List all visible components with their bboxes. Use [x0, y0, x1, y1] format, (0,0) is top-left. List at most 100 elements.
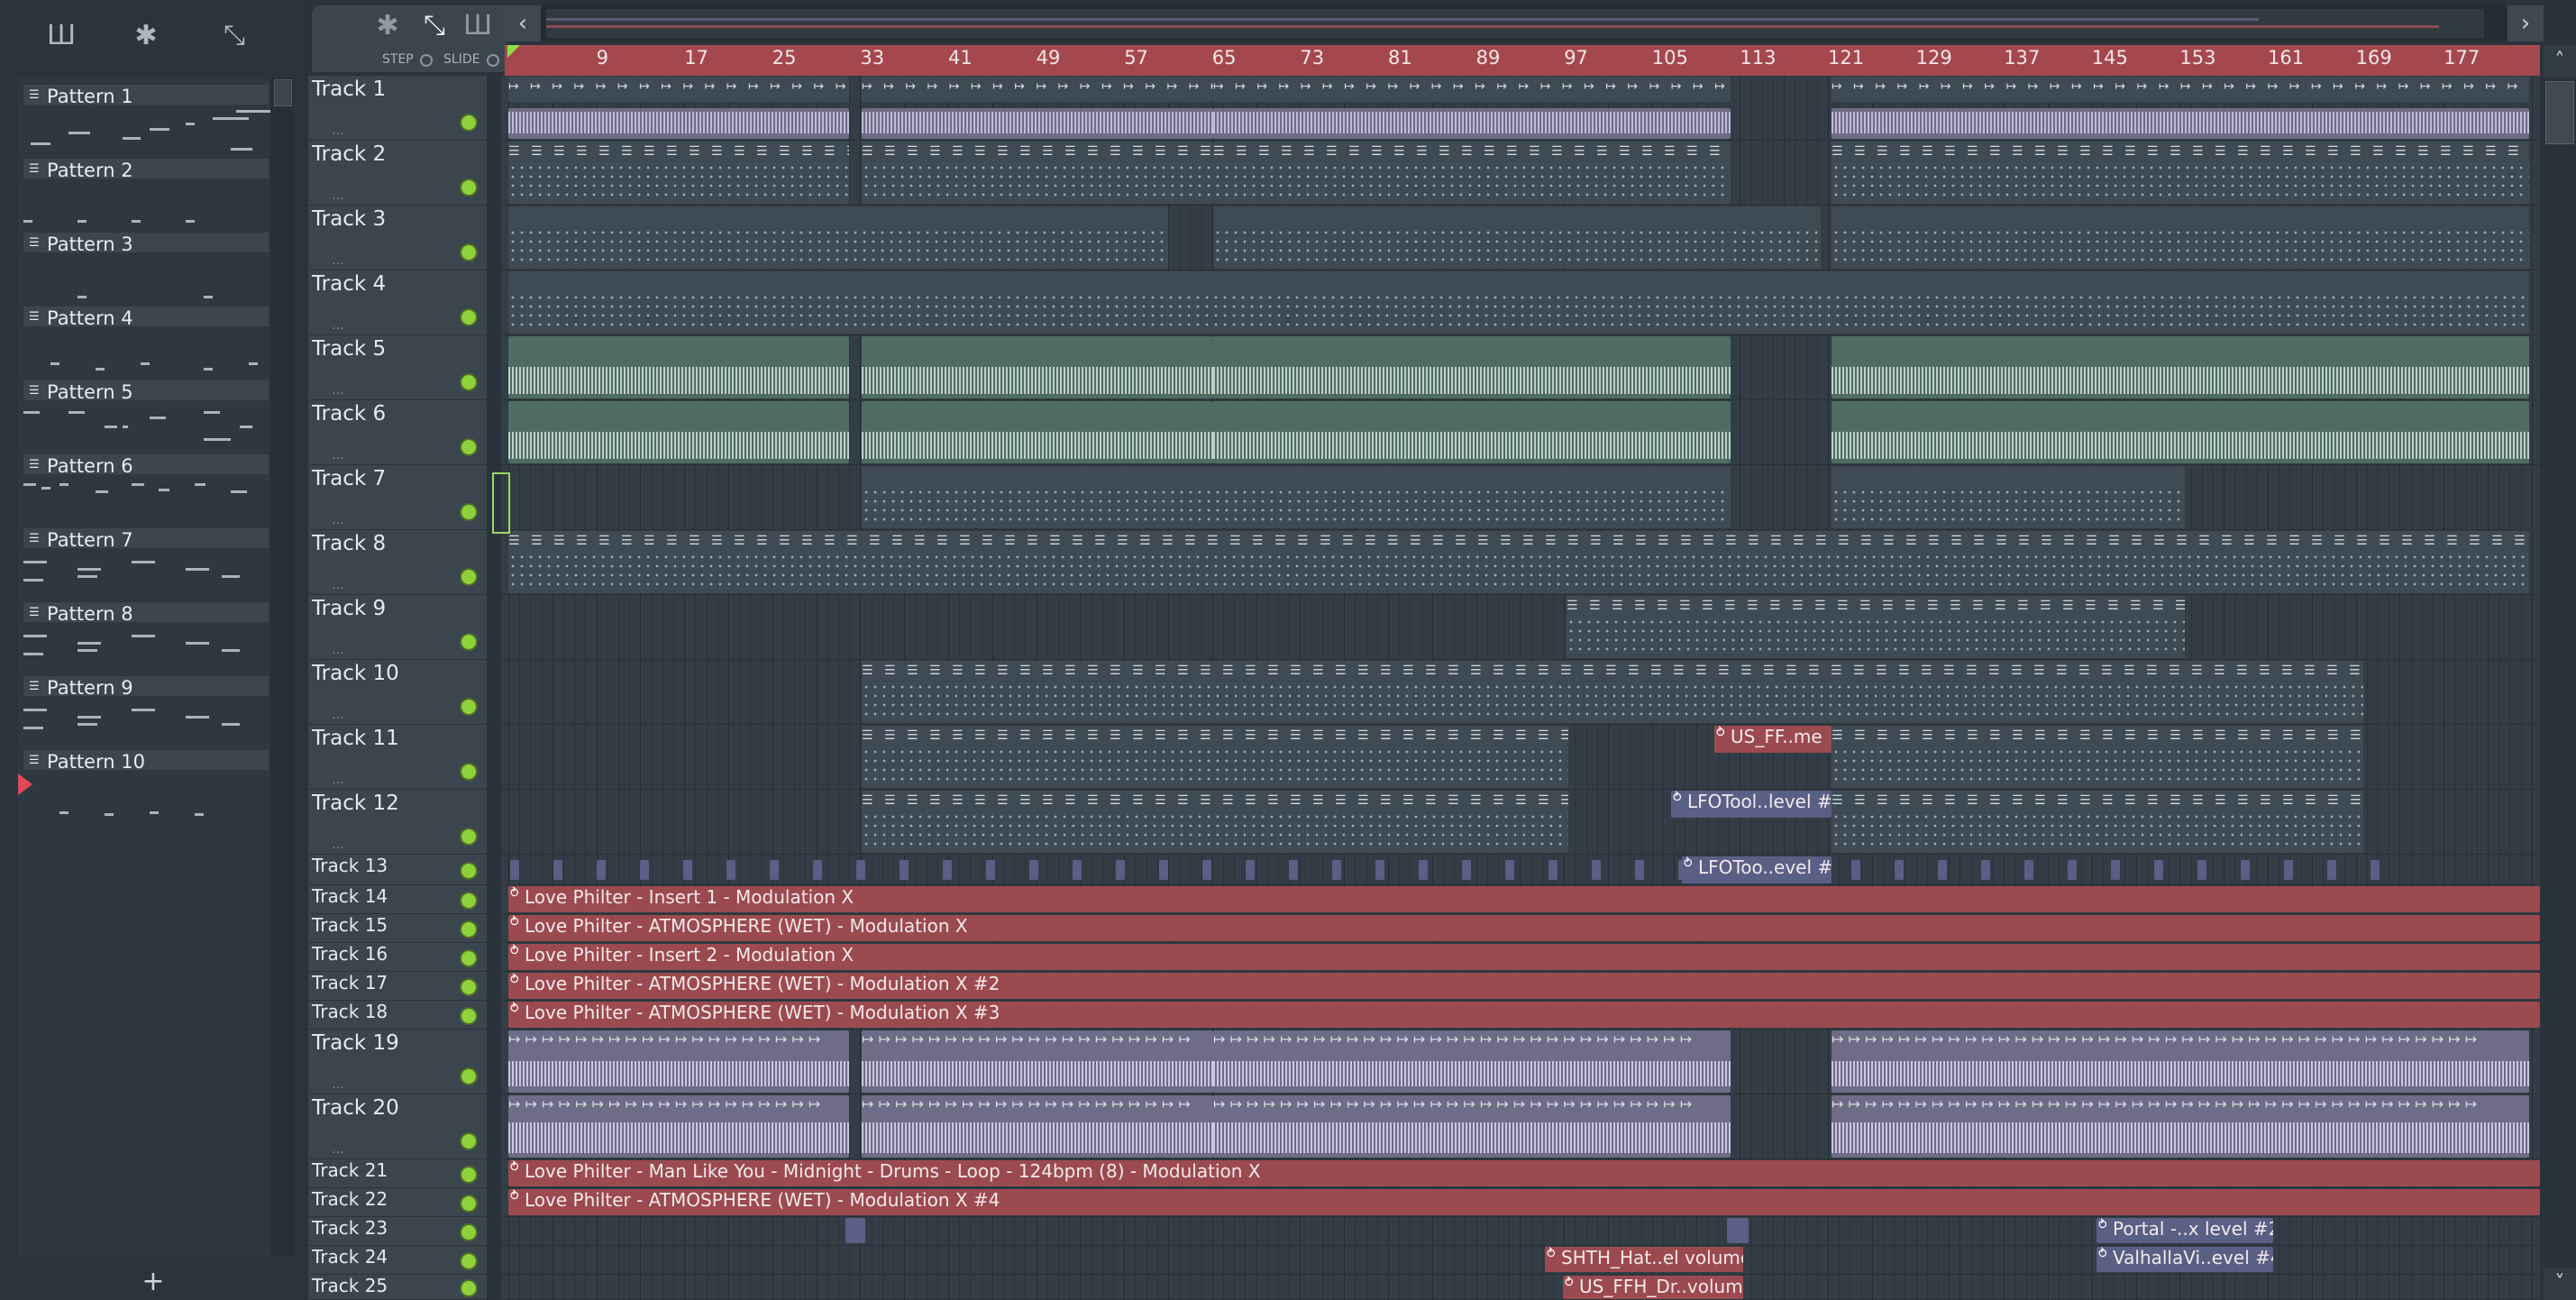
track-mute-led[interactable]	[460, 1007, 478, 1025]
automation-marker[interactable]	[1895, 860, 1904, 880]
automation-marker[interactable]	[640, 860, 649, 880]
track-header[interactable]: Track 8…	[308, 530, 487, 595]
track-mute-led[interactable]	[460, 1166, 478, 1184]
overview-strip[interactable]	[546, 9, 2484, 38]
playlist-clip[interactable]: ↦ ↦ ↦ ↦ ↦ ↦ ↦ ↦ ↦ ↦ ↦ ↦ ↦ ↦ ↦ ↦ ↦ ↦ ↦ ↦ …	[1832, 1095, 2529, 1158]
track-header[interactable]: Track 7…	[308, 465, 487, 530]
automation-marker[interactable]	[943, 860, 952, 880]
automation-marker[interactable]	[1981, 860, 1990, 880]
playlist-clip[interactable]: ⥁ Love Philter - ATMOSPHERE (WET) - Modu…	[508, 973, 2540, 999]
add-pattern-button[interactable]: +	[18, 1266, 288, 1298]
playlist-clip[interactable]	[1832, 401, 2529, 463]
track-mute-led[interactable]	[460, 438, 478, 456]
track-mute-led[interactable]	[460, 243, 478, 261]
automation-marker[interactable]	[1462, 860, 1471, 880]
track-menu-dots[interactable]: …	[332, 124, 344, 138]
automation-marker[interactable]	[2154, 860, 2163, 880]
track-menu-dots[interactable]: …	[332, 1142, 344, 1157]
playlist-clip[interactable]	[862, 108, 1213, 139]
pattern-menu-icon[interactable]: ☰	[29, 607, 41, 618]
playlist-clip[interactable]	[1731, 206, 1821, 269]
playlist-clip[interactable]: ↦ ↦ ↦ ↦ ↦ ↦ ↦ ↦ ↦ ↦ ↦ ↦ ↦ ↦ ↦ ↦ ↦ ↦ ↦ ↦ …	[1213, 1095, 1731, 1158]
pattern-header[interactable]: ☰ Pattern 6	[23, 454, 269, 477]
playlist-clip[interactable]: ↦ ↦ ↦ ↦ ↦ ↦ ↦ ↦ ↦ ↦ ↦ ↦ ↦ ↦ ↦ ↦ ↦ ↦ ↦ ↦ …	[1832, 1030, 2529, 1093]
playlist-clip[interactable]: ⥁ Love Philter - ATMOSPHERE (WET) - Modu…	[508, 1002, 2540, 1028]
automation-marker[interactable]	[683, 860, 692, 880]
track-menu-dots[interactable]: …	[332, 513, 344, 527]
playlist-clip[interactable]	[862, 336, 1213, 398]
pattern-item[interactable]: ☰ Pattern 1	[23, 81, 272, 153]
track-header[interactable]: Track 24	[308, 1246, 487, 1275]
scroll-left-button[interactable]: ‹	[505, 5, 541, 41]
playlist-clip[interactable]: ⥁ SHTH_Hat..el volume	[1545, 1247, 1743, 1272]
track-header[interactable]: Track 23	[308, 1217, 487, 1246]
track-mute-led[interactable]	[460, 1279, 478, 1297]
playlist-clip[interactable]: ↦ ↦ ↦ ↦ ↦ ↦ ↦ ↦ ↦ ↦ ↦ ↦ ↦ ↦ ↦ ↦ ↦ ↦ ↦ ↦ …	[1213, 1030, 1731, 1093]
track-mute-led[interactable]	[460, 503, 478, 521]
playlist-clip[interactable]: ⥁ Love Philter - Man Like You - Midnight…	[508, 1160, 2540, 1186]
automation-marker[interactable]	[510, 860, 519, 880]
pattern-list-scroll-thumb[interactable]	[274, 79, 292, 106]
playlist-clip[interactable]: ☰ ☰ ☰ ☰ ☰ ☰ ☰ ☰ ☰ ☰ ☰ ☰ ☰ ☰ ☰ ☰ ☰ ☰ ☰ ☰ …	[1832, 726, 2363, 788]
automation-marker[interactable]	[2111, 860, 2120, 880]
pattern-header[interactable]: ☰ Pattern 3	[23, 233, 269, 255]
track-menu-dots[interactable]: …	[332, 1077, 344, 1092]
playlist-clip[interactable]: ☰ ☰ ☰ ☰ ☰ ☰ ☰ ☰ ☰ ☰ ☰ ☰ ☰ ☰ ☰ ☰ ☰ ☰ ☰ ☰ …	[1832, 791, 2363, 853]
automation-marker[interactable]	[1505, 860, 1514, 880]
pattern-menu-icon[interactable]: ☰	[29, 163, 41, 175]
automation-icon[interactable]: ⤡	[207, 20, 261, 52]
automation-marker[interactable]	[1159, 860, 1168, 880]
pattern-item[interactable]: ☰ Pattern 5	[23, 377, 269, 449]
track-mute-led[interactable]	[460, 892, 478, 910]
playlist-clip[interactable]	[862, 401, 1213, 463]
track-menu-dots[interactable]: …	[332, 448, 344, 462]
track-header[interactable]: Track 20…	[308, 1094, 487, 1159]
vertical-scroll-thumb[interactable]	[2545, 81, 2574, 144]
track-mute-led[interactable]	[460, 828, 478, 846]
playlist-clip[interactable]: ⥁ ValhallaVi..evel #4	[2096, 1247, 2273, 1272]
track-header[interactable]: Track 14	[308, 885, 487, 914]
playlist-clip[interactable]	[508, 271, 2529, 334]
automation-marker[interactable]	[770, 860, 779, 880]
pattern-header[interactable]: ☰ Pattern 7	[23, 528, 269, 551]
track-mute-led[interactable]	[460, 114, 478, 132]
pattern-menu-icon[interactable]: ☰	[29, 311, 41, 323]
pattern-menu-icon[interactable]: ☰	[29, 755, 41, 766]
track-header[interactable]: Track 18	[308, 1001, 487, 1030]
pattern-item[interactable]: ☰ Pattern 10	[18, 746, 269, 819]
playlist-clip[interactable]	[1832, 206, 2529, 269]
pattern-menu-icon[interactable]: ☰	[29, 459, 41, 471]
pattern-header[interactable]: ☰ Pattern 2	[23, 159, 269, 181]
playlist-clip[interactable]: ☰ ☰ ☰ ☰ ☰ ☰ ☰ ☰ ☰ ☰ ☰ ☰ ☰ ☰ ☰ ☰ ☰ ☰ ☰ ☰ …	[862, 661, 2363, 723]
automation-marker[interactable]	[597, 860, 606, 880]
track-header[interactable]: Track 11…	[308, 725, 487, 790]
track-menu-dots[interactable]: …	[332, 253, 344, 268]
track-header[interactable]: Track 25	[308, 1275, 487, 1300]
track-header[interactable]: Track 19…	[308, 1030, 487, 1094]
pattern-menu-icon[interactable]: ☰	[29, 237, 41, 249]
track-header[interactable]: Track 21	[308, 1159, 487, 1188]
automation-marker[interactable]	[1073, 860, 1082, 880]
pattern-item[interactable]: ☰ Pattern 6	[23, 451, 269, 523]
pattern-item[interactable]: ☰ Pattern 8	[23, 599, 269, 671]
track-mute-led[interactable]	[460, 949, 478, 967]
pattern-header[interactable]: ☰ Pattern 1	[23, 85, 269, 107]
automation-marker[interactable]	[1592, 860, 1601, 880]
playlist-clip[interactable]: ☰ ☰ ☰ ☰ ☰ ☰ ☰ ☰ ☰ ☰ ☰ ☰ ☰ ☰ ☰ ☰ ☰ ☰ ☰	[508, 142, 849, 204]
track-mute-led[interactable]	[460, 1195, 478, 1213]
playlist-clip[interactable]	[508, 108, 849, 139]
automation-marker[interactable]	[1289, 860, 1298, 880]
automation-marker[interactable]	[2197, 860, 2206, 880]
track-mute-led[interactable]	[460, 920, 478, 938]
playlist-clip[interactable]: ☰ ☰ ☰ ☰ ☰ ☰ ☰ ☰ ☰ ☰ ☰ ☰ ☰ ☰ ☰ ☰ ☰ ☰ ☰ ☰ …	[862, 791, 1568, 853]
track-mute-led[interactable]	[460, 1132, 478, 1150]
playlist-clip[interactable]: ⥁ Love Philter - Insert 2 - Modulation X	[508, 944, 2540, 970]
track-header[interactable]: Track 17	[308, 972, 487, 1001]
pattern-header[interactable]: ☰ Pattern 9	[23, 676, 269, 699]
track-menu-dots[interactable]: …	[332, 643, 344, 657]
track-mute-led[interactable]	[460, 373, 478, 391]
pattern-header[interactable]: ☰ Pattern 4	[23, 307, 269, 329]
automation-marker[interactable]	[1375, 860, 1384, 880]
track-mute-led[interactable]	[460, 978, 478, 996]
track-menu-dots[interactable]: …	[332, 838, 344, 852]
